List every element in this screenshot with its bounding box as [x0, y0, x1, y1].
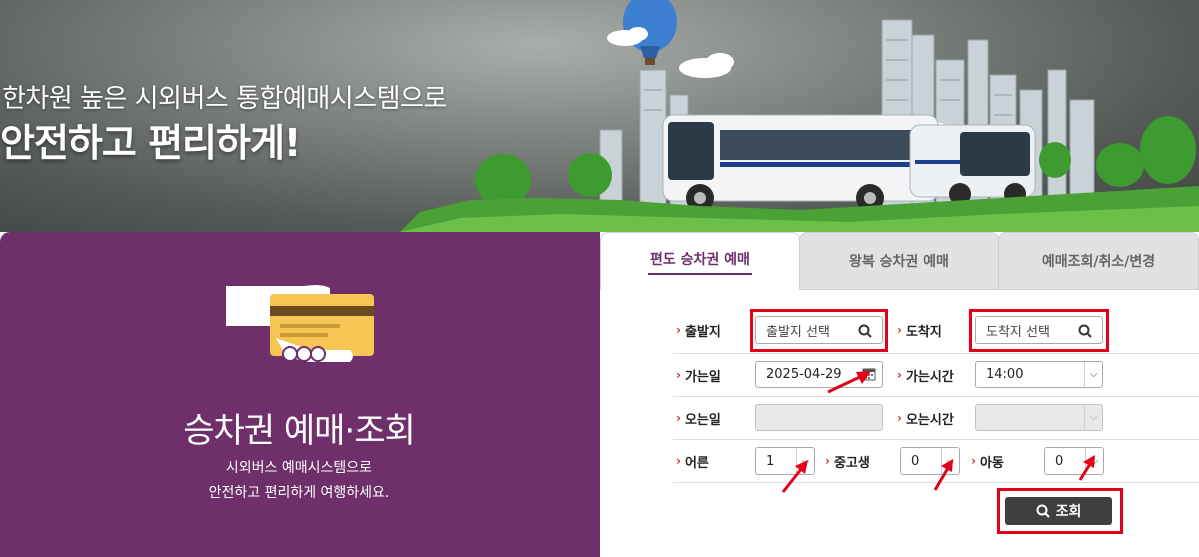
highlight-box-arrival — [969, 309, 1109, 352]
student-label-text: 중고생 — [833, 455, 870, 471]
tab-label: 편도 승차권 예매 — [648, 247, 752, 275]
departure-label: › 출발지 — [676, 321, 721, 340]
tab-one-way[interactable]: 편도 승차권 예매 — [600, 232, 800, 290]
student-count-select[interactable]: 0 ⌵ — [900, 447, 960, 475]
return-date-input — [755, 404, 883, 431]
form-row-divider — [673, 396, 1199, 397]
child-label-text: 아동 — [979, 455, 1004, 471]
go-time-label: › 가는시간 — [897, 366, 954, 385]
tab-label: 왕복 승차권 예매 — [849, 254, 949, 270]
hero-tagline: 한차원 높은 시외버스 통합예매시스템으로 — [2, 84, 447, 114]
go-date-input[interactable]: 2025-04-29 — [755, 361, 883, 388]
go-date-label-text: 가는일 — [684, 369, 721, 385]
tab-round-trip[interactable]: 왕복 승차권 예매 — [799, 232, 999, 290]
go-date-value: 2025-04-29 — [766, 367, 842, 382]
tab-label: 예매조회/취소/변경 — [1041, 254, 1156, 270]
arrival-label: › 도착지 — [897, 321, 942, 340]
child-label: › 아동 — [971, 452, 1004, 471]
chevron-down-icon: ⌵ — [941, 448, 959, 474]
tab-lookup-cancel-change[interactable]: 예매조회/취소/변경 — [998, 232, 1199, 290]
arrival-label-text: 도착지 — [905, 324, 942, 340]
promo-description-line2: 안전하고 편리하게 여행하세요. — [208, 485, 390, 501]
student-count-value: 0 — [911, 453, 920, 469]
bullet-arrow-icon: › — [971, 454, 976, 468]
bullet-arrow-icon: › — [676, 454, 681, 468]
return-date-label-text: 오는일 — [684, 412, 721, 428]
adult-label-text: 어른 — [684, 455, 709, 471]
adult-label: › 어른 — [676, 452, 709, 471]
calendar-icon[interactable] — [862, 367, 876, 381]
hand-card-icon — [226, 285, 374, 362]
chevron-down-icon: ⌵ — [1085, 448, 1103, 474]
return-time-select: ⌵ — [975, 404, 1103, 431]
return-date-label: › 오는일 — [676, 409, 721, 428]
bullet-arrow-icon: › — [676, 323, 681, 337]
bullet-arrow-icon: › — [897, 368, 902, 382]
return-time-label-text: 오는시간 — [905, 412, 954, 428]
page: 한차원 높은 시외버스 통합예매시스템으로 안전하고 편리하게! 승차권 예매·… — [0, 0, 1199, 557]
chevron-down-icon: ⌵ — [796, 448, 814, 474]
adult-count-select[interactable]: 1 ⌵ — [755, 447, 815, 475]
form-row-divider — [673, 482, 1199, 483]
bullet-arrow-icon: › — [676, 411, 681, 425]
tab-divider — [800, 289, 1199, 290]
go-time-select[interactable]: 14:00 ⌵ — [975, 361, 1103, 388]
departure-label-text: 출발지 — [684, 324, 721, 340]
chevron-down-icon: ⌵ — [1084, 405, 1102, 430]
hero-banner: 한차원 높은 시외버스 통합예매시스템으로 안전하고 편리하게! — [0, 0, 1199, 232]
booking-tabs: 왕복 승차권 예매 예매조회/취소/변경 편도 승차권 예매 — [600, 232, 1199, 290]
chevron-down-icon: ⌵ — [1084, 362, 1102, 387]
go-time-value: 14:00 — [986, 367, 1024, 382]
promo-description-line1: 시외버스 예매시스템으로 — [225, 460, 373, 476]
bullet-arrow-icon: › — [676, 368, 681, 382]
bullet-arrow-icon: › — [825, 454, 830, 468]
bullet-arrow-icon: › — [897, 411, 902, 425]
student-label: › 중고생 — [825, 452, 870, 471]
adult-count-value: 1 — [766, 453, 775, 469]
highlight-box-search — [997, 488, 1123, 534]
bullet-arrow-icon: › — [897, 323, 902, 337]
promo-title: 승차권 예매·조회 — [183, 411, 416, 451]
return-time-label: › 오는시간 — [897, 409, 954, 428]
go-time-label-text: 가는시간 — [905, 369, 954, 385]
child-count-select[interactable]: 0 ⌵ — [1044, 447, 1104, 475]
highlight-box-departure — [750, 309, 888, 352]
form-row-divider — [673, 353, 1199, 354]
hero-headline: 안전하고 편리하게! — [0, 121, 301, 165]
child-count-value: 0 — [1055, 453, 1064, 469]
go-date-label: › 가는일 — [676, 366, 721, 385]
form-row-divider — [673, 439, 1199, 440]
